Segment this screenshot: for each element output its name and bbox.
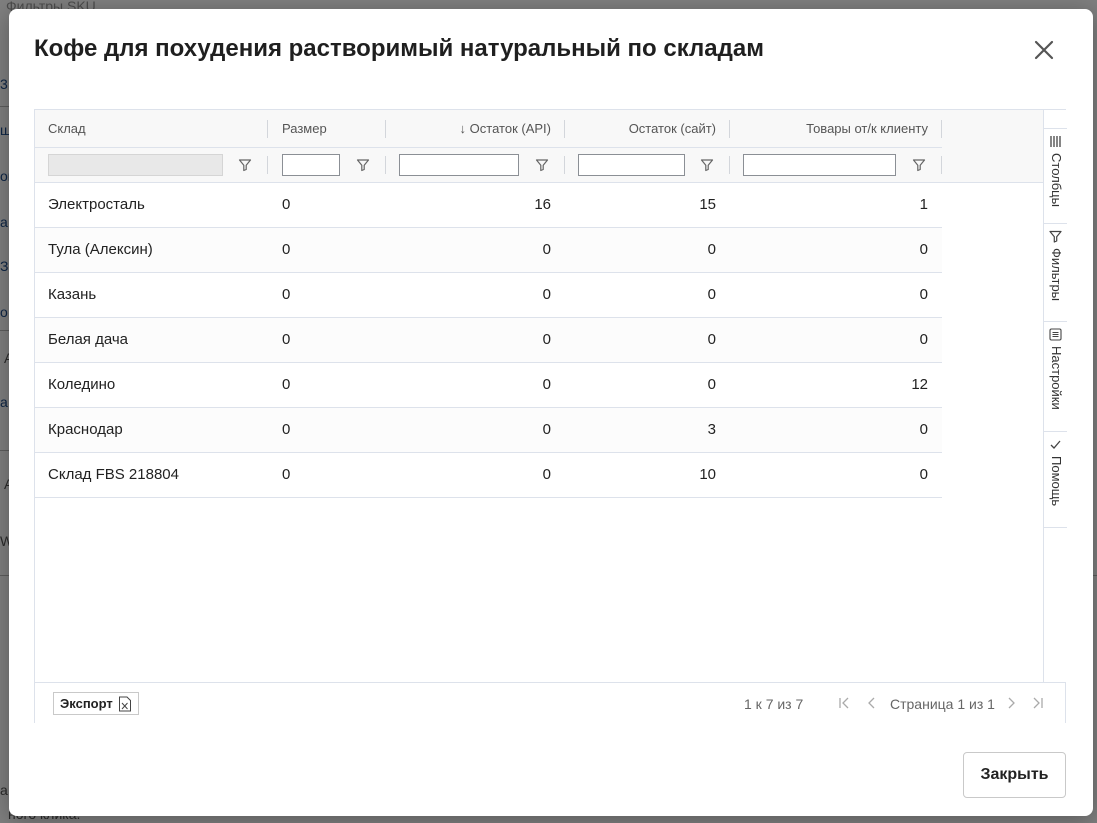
cell-size: 0 xyxy=(282,331,291,348)
column-header-label: Остаток (API) xyxy=(469,121,551,136)
filter-input-stock-site[interactable] xyxy=(578,154,685,176)
cell-size: 0 xyxy=(282,286,291,303)
cell-stock-api: 0 xyxy=(542,421,551,438)
column-header-label: Размер xyxy=(282,121,327,136)
last-page-icon[interactable] xyxy=(1031,696,1045,710)
excel-file-icon xyxy=(118,696,131,711)
stock-grid: Склад Размер ↓ Остаток (API) Остаток (са… xyxy=(34,109,1067,723)
cell-warehouse: Коледино xyxy=(48,376,116,393)
side-tab-label: Помощь xyxy=(1049,456,1064,507)
row-summary: 1 к 7 из 7 xyxy=(744,696,804,712)
filter-icon xyxy=(1049,230,1062,243)
cell-to-from-client: 0 xyxy=(919,421,928,438)
previous-page-icon[interactable] xyxy=(865,696,879,710)
sort-desc-icon: ↓ xyxy=(459,121,467,136)
filter-icon[interactable] xyxy=(356,158,370,172)
table-row[interactable]: Коледино 0 0 0 12 xyxy=(35,363,942,408)
cell-stock-site: 3 xyxy=(707,421,716,438)
export-button[interactable]: Экспорт xyxy=(53,692,139,715)
cell-warehouse: Электросталь xyxy=(48,196,145,213)
table-row[interactable]: Тула (Алексин) 0 0 0 0 xyxy=(35,228,942,273)
column-header-label: Склад xyxy=(48,121,86,136)
side-tab-help[interactable]: Помощь xyxy=(1044,432,1067,528)
filter-icon[interactable] xyxy=(238,158,252,172)
cell-to-from-client: 0 xyxy=(919,241,928,258)
close-icon[interactable] xyxy=(1030,36,1058,64)
side-tab-columns[interactable]: Столбцы xyxy=(1044,128,1067,224)
column-header-stock-site[interactable]: Остаток (сайт) xyxy=(578,110,716,147)
cell-to-from-client: 0 xyxy=(919,331,928,348)
column-resize-handle[interactable] xyxy=(267,120,268,138)
settings-list-icon xyxy=(1049,328,1062,341)
cell-warehouse: Тула (Алексин) xyxy=(48,241,153,258)
filter-icon[interactable] xyxy=(700,158,714,172)
column-header-size[interactable]: Размер xyxy=(282,110,382,147)
table-row[interactable]: Белая дача 0 0 0 0 xyxy=(35,318,942,363)
export-label: Экспорт xyxy=(60,696,113,711)
cell-warehouse: Склад FBS 218804 xyxy=(48,466,179,483)
filter-icon[interactable] xyxy=(912,158,926,172)
next-page-icon[interactable] xyxy=(1004,696,1018,710)
column-header-warehouse[interactable]: Склад xyxy=(48,110,268,147)
cell-stock-site: 0 xyxy=(707,331,716,348)
cell-size: 0 xyxy=(282,466,291,483)
grid-footer: Экспорт 1 к 7 из 7 Страница 1 из 1 xyxy=(35,682,1065,723)
table-row[interactable]: Казань 0 0 0 0 xyxy=(35,273,942,318)
grid-viewport: Склад Размер ↓ Остаток (API) Остаток (са… xyxy=(35,110,1043,682)
side-tab-filters[interactable]: Фильтры xyxy=(1044,224,1067,322)
cell-to-from-client: 1 xyxy=(919,196,928,213)
grid-side-panel: Столбцы Фильтры Настройки Помощь xyxy=(1043,110,1067,682)
cell-stock-api: 0 xyxy=(542,331,551,348)
table-row[interactable]: Электросталь 0 16 15 1 xyxy=(35,183,942,228)
cell-stock-api: 16 xyxy=(534,196,551,213)
cell-stock-api: 0 xyxy=(542,241,551,258)
column-header-stock-api[interactable]: ↓ Остаток (API) xyxy=(399,110,551,147)
cell-stock-api: 0 xyxy=(542,286,551,303)
filter-input-warehouse xyxy=(48,154,223,176)
cell-size: 0 xyxy=(282,196,291,213)
grid-header: Склад Размер ↓ Остаток (API) Остаток (са… xyxy=(35,110,1043,183)
column-resize-handle[interactable] xyxy=(564,120,565,138)
page-summary: Страница 1 из 1 xyxy=(890,696,995,712)
close-button[interactable]: Закрыть xyxy=(963,752,1066,798)
table-row[interactable]: Краснодар 0 0 3 0 xyxy=(35,408,942,453)
cell-warehouse: Белая дача xyxy=(48,331,128,348)
side-tab-label: Фильтры xyxy=(1049,248,1064,302)
columns-icon xyxy=(1050,136,1061,147)
cell-stock-api: 0 xyxy=(542,466,551,483)
cell-to-from-client: 12 xyxy=(911,376,928,393)
cell-size: 0 xyxy=(282,421,291,438)
side-tab-label: Настройки xyxy=(1049,346,1064,410)
cell-stock-api: 0 xyxy=(542,376,551,393)
cell-size: 0 xyxy=(282,376,291,393)
cell-size: 0 xyxy=(282,241,291,258)
cell-to-from-client: 0 xyxy=(919,286,928,303)
cell-stock-site: 0 xyxy=(707,241,716,258)
cell-stock-site: 0 xyxy=(707,376,716,393)
filter-input-size[interactable] xyxy=(282,154,340,176)
stock-by-warehouse-dialog: Кофе для похудения растворимый натуральн… xyxy=(9,9,1093,816)
filter-icon[interactable] xyxy=(535,158,549,172)
column-resize-handle[interactable] xyxy=(385,120,386,138)
column-resize-handle[interactable] xyxy=(729,120,730,138)
filter-input-stock-api[interactable] xyxy=(399,154,519,176)
dialog-title: Кофе для похудения растворимый натуральн… xyxy=(34,35,764,62)
side-tab-settings[interactable]: Настройки xyxy=(1044,322,1067,432)
check-icon xyxy=(1050,440,1061,449)
column-header-label: Остаток (сайт) xyxy=(628,121,716,136)
cell-to-from-client: 0 xyxy=(919,466,928,483)
column-header-label: Товары от/к клиенту xyxy=(806,121,928,136)
side-tab-label: Столбцы xyxy=(1049,153,1064,207)
cell-warehouse: Казань xyxy=(48,286,97,303)
column-resize-handle[interactable] xyxy=(941,120,942,138)
cell-stock-site: 0 xyxy=(707,286,716,303)
cell-stock-site: 10 xyxy=(699,466,716,483)
column-header-to-from-client[interactable]: Товары от/к клиенту xyxy=(743,110,928,147)
filter-input-to-from-client[interactable] xyxy=(743,154,896,176)
cell-warehouse: Краснодар xyxy=(48,421,123,438)
table-row[interactable]: Склад FBS 218804 0 0 10 0 xyxy=(35,453,942,498)
cell-stock-site: 15 xyxy=(699,196,716,213)
first-page-icon[interactable] xyxy=(837,696,851,710)
